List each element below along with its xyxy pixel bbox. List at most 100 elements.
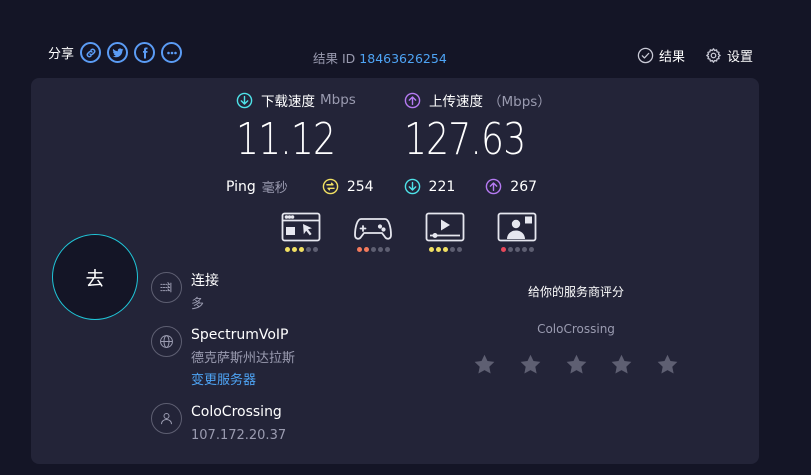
category-web-rating [284,247,319,252]
rating-dot [428,247,434,252]
category-video-chat-rating [500,247,535,252]
connection-value[interactable]: 多 [191,296,219,314]
upload-value: 127.63 [404,114,526,165]
server-info: SpectrumVoIP 德克萨斯州达拉斯 变更服务器 [151,326,295,390]
rating-dot [377,247,383,252]
twitter-icon [112,47,124,57]
rate-title: 给你的服务商评分 [527,285,624,299]
star-icon[interactable] [656,353,679,380]
rating-dot [507,247,513,252]
gaming-icon [354,218,392,240]
rate-provider: 给你的服务商评分 ColoCrossing [471,283,681,380]
upload-arrow-icon [404,92,421,108]
category-streaming[interactable] [409,212,481,252]
ping-download[interactable]: 221 [404,178,456,195]
rating-dot [528,247,534,252]
server-name: SpectrumVoIP [191,327,289,343]
rate-isp: ColoCrossing [537,322,615,336]
share-label: 分享 [48,47,75,62]
ping-idle-value: 254 [346,178,374,195]
settings-label: 设置 [726,50,753,65]
link-icon [86,48,95,57]
ping-idle[interactable]: 254 [322,178,374,195]
download-unit: Mbps [320,92,356,108]
category-gaming[interactable] [337,212,409,252]
idle-ping-icon [322,178,339,195]
gear-icon [706,48,721,63]
rating-dot [456,247,462,252]
star-icon[interactable] [473,353,496,380]
top-bar: 分享 结果 ID 18463626254 结果 设置 [0,0,811,76]
user-icon [151,403,182,434]
download-arrow-icon [236,92,253,108]
rating-dot [514,247,520,252]
video-streaming-icon [425,212,465,242]
top-right-nav: 结果 设置 [617,46,753,65]
rating-dot [521,247,527,252]
share-bar: 分享 [48,42,188,63]
rating-dot [291,247,297,252]
share-more-button[interactable] [161,42,183,63]
upload-unit: （Mbps） [488,94,551,110]
category-streaming-rating [428,247,463,252]
connection-info: 连接 多 [151,272,219,314]
rating-dot [356,247,362,252]
ping-upload[interactable]: 267 [485,178,537,195]
ping-download-value: 221 [428,178,456,195]
category-video-chat[interactable] [481,212,553,252]
web-browsing-icon [281,212,321,242]
share-twitter-button[interactable] [107,42,129,63]
star-rating [471,353,681,380]
download-speed: 下载速度 Mbps 11.12 [236,90,357,165]
download-label: 下载速度 [261,94,315,110]
star-icon[interactable] [610,353,633,380]
rating-dot [298,247,304,252]
rating-dot [312,247,318,252]
rating-dot [384,247,390,252]
results-button[interactable]: 结果 [637,46,685,65]
category-gaming-rating [356,247,391,252]
download-value: 11.12 [236,114,336,165]
usage-categories [265,212,553,252]
star-icon[interactable] [565,353,588,380]
provider-name: ColoCrossing [191,404,282,420]
video-chat-icon [497,212,537,242]
facebook-icon [142,47,148,58]
download-ping-icon [404,178,420,195]
ping-label: Ping [226,178,256,195]
change-server-link[interactable]: 变更服务器 [191,372,295,390]
rating-dot [305,247,311,252]
go-button[interactable]: 去 [52,234,138,320]
ping-unit: 毫秒 [261,181,288,196]
provider-info: ColoCrossing 107.172.20.37 [151,403,286,445]
connection-title: 连接 [191,273,219,289]
upload-speed: 上传速度 （Mbps） 127.63 [404,90,552,165]
rating-dot [370,247,376,252]
result-panel: 下载速度 Mbps 11.12 上传速度 （Mbps） 127.63 Ping … [31,78,759,464]
connections-icon [151,272,182,303]
server-location: 德克萨斯州达拉斯 [191,351,296,366]
category-web[interactable] [265,212,337,252]
rating-dot [363,247,369,252]
rating-dot [449,247,455,252]
result-id: 结果 ID 18463626254 [313,48,447,67]
ping-row: Ping 毫秒 254 221 267 [226,177,567,197]
settings-button[interactable]: 设置 [705,46,753,65]
more-icon [166,51,177,54]
result-id-link[interactable]: 18463626254 [359,51,446,66]
upload-ping-icon [485,178,502,195]
rating-dot [435,247,441,252]
ping-upload-value: 267 [510,178,538,195]
share-link-button[interactable] [80,42,102,63]
result-id-label: 结果 ID [313,51,356,66]
star-icon[interactable] [519,353,542,380]
rating-dot [284,247,290,252]
provider-ip: 107.172.20.37 [191,428,287,443]
check-circle-icon [637,47,654,64]
globe-icon [151,326,182,357]
upload-label: 上传速度 [429,94,483,110]
rating-dot [500,247,506,252]
share-facebook-button[interactable] [134,42,156,63]
rating-dot [442,247,448,252]
results-label: 结果 [658,50,685,65]
